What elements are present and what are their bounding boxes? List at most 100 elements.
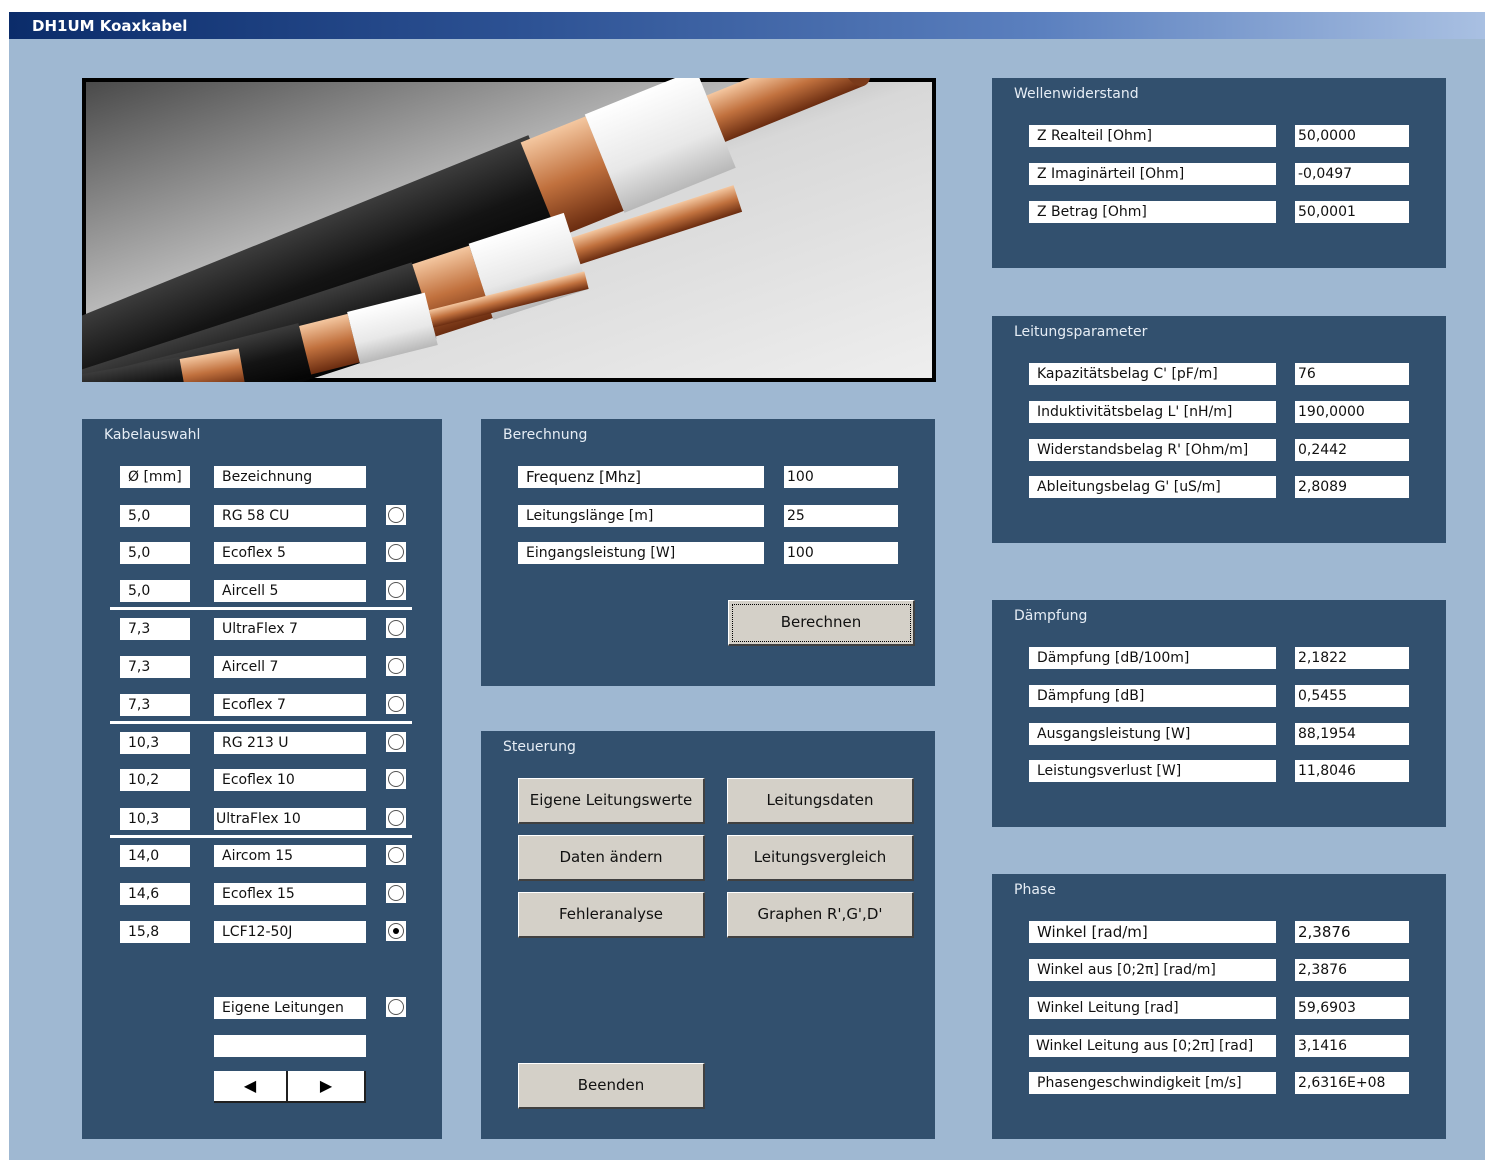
leitungsdaten-button[interactable]: Leitungsdaten — [727, 778, 914, 824]
kabelauswahl-title: Kabelauswahl — [104, 427, 201, 443]
berechnen-button[interactable]: Berechnen — [728, 600, 915, 646]
leitungsvergleich-label: Leitungsvergleich — [753, 848, 887, 866]
fehleranalyse-button[interactable]: Fehleranalyse — [518, 892, 705, 938]
own-cables-radio[interactable] — [386, 997, 406, 1017]
cable-diameter: 5,0 — [120, 542, 190, 564]
leitungsvergleich-button[interactable]: Leitungsvergleich — [727, 835, 914, 881]
group-separator — [110, 607, 412, 610]
cable-name: Ecoflex 10 — [214, 769, 366, 791]
cable-diameter: 10,3 — [120, 732, 190, 754]
leitungsparameter-title: Leitungsparameter — [1014, 324, 1148, 340]
frequency-label: Frequenz [Mhz] — [518, 466, 764, 488]
inductance-label: Induktivitätsbelag L' [nH/m] — [1029, 401, 1276, 423]
phase-panel: Phase Winkel [rad/m] 2,3876 Winkel aus [… — [992, 874, 1446, 1139]
name-header: Bezeichnung — [214, 466, 366, 488]
angle-label: Winkel [rad/m] — [1029, 921, 1276, 943]
wellenwiderstand-title: Wellenwiderstand — [1014, 86, 1139, 102]
cable-diameter: 7,3 — [120, 694, 190, 716]
cable-diameter: 5,0 — [120, 505, 190, 527]
cable-name: Ecoflex 5 — [214, 542, 366, 564]
cable-diameter: 15,8 — [120, 921, 190, 943]
daempfung-title: Dämpfung — [1014, 608, 1088, 624]
z-abs-label: Z Betrag [Ohm] — [1029, 201, 1276, 223]
cable-radio-rg213u[interactable] — [386, 732, 406, 752]
cable-diameter: 7,3 — [120, 656, 190, 678]
leitungsparameter-panel: Leitungsparameter Kapazitätsbelag C' [pF… — [992, 316, 1446, 543]
cable-diameter: 14,0 — [120, 845, 190, 867]
angle-mod-value: 2,3876 — [1295, 959, 1409, 981]
window-titlebar: DH1UM Koaxkabel — [9, 12, 1485, 39]
attenuation-label: Dämpfung [dB] — [1029, 685, 1276, 707]
cable-radio-ecoflex15[interactable] — [386, 883, 406, 903]
cable-radio-ecoflex7[interactable] — [386, 694, 406, 714]
wellenwiderstand-panel: Wellenwiderstand Z Realteil [Ohm] 50,000… — [992, 78, 1446, 268]
eigene-leitungswerte-label: Eigene Leitungswerte — [529, 791, 693, 809]
app-window: Kabelauswahl Ø [mm] Bezeichnung 5,0 RG 5… — [9, 39, 1485, 1160]
cable-diameter: 5,0 — [120, 580, 190, 602]
phase-velocity-value: 2,6316E+08 — [1295, 1072, 1409, 1094]
cable-diameter: 14,6 — [120, 883, 190, 905]
capacitance-value: 76 — [1295, 363, 1409, 385]
conductance-value: 2,8089 — [1295, 476, 1409, 498]
cable-radio-lcf12-50j[interactable] — [386, 921, 406, 941]
cable-name: UltraFlex 7 — [214, 618, 366, 640]
berechnung-title: Berechnung — [503, 427, 588, 443]
line-angle-value: 59,6903 — [1295, 997, 1409, 1019]
resistance-label: Widerstandsbelag R' [Ohm/m] — [1029, 439, 1276, 461]
power-loss-value: 11,8046 — [1295, 760, 1409, 782]
phase-velocity-label: Phasengeschwindigkeit [m/s] — [1029, 1072, 1276, 1094]
cable-name: RG 213 U — [214, 732, 366, 754]
input-power-input[interactable]: 100 — [784, 542, 898, 564]
cable-radio-ecoflex10[interactable] — [386, 769, 406, 789]
cable-radio-aircell5[interactable] — [386, 580, 406, 600]
cable-radio-aircell7[interactable] — [386, 656, 406, 676]
z-real-label: Z Realteil [Ohm] — [1029, 125, 1276, 147]
beenden-button[interactable]: Beenden — [518, 1063, 705, 1109]
cable-radio-ecoflex5[interactable] — [386, 542, 406, 562]
cable-radio-rg58cu[interactable] — [386, 505, 406, 525]
power-loss-label: Leistungsverlust [W] — [1029, 760, 1276, 782]
berechnung-panel: Berechnung Frequenz [Mhz] 100 Leitungslä… — [481, 419, 935, 686]
arrow-left-icon: ◀ — [243, 1076, 257, 1095]
spin-right-button[interactable]: ▶ — [288, 1071, 364, 1101]
length-input[interactable]: 25 — [784, 505, 898, 527]
output-power-value: 88,1954 — [1295, 723, 1409, 745]
attenuation-100m-value: 2,1822 — [1295, 647, 1409, 669]
z-imag-value: -0,0497 — [1295, 163, 1409, 185]
cable-name: Aircell 5 — [214, 580, 366, 602]
window-title: DH1UM Koaxkabel — [32, 17, 188, 35]
z-imag-label: Z Imaginärteil [Ohm] — [1029, 163, 1276, 185]
steuerung-title: Steuerung — [503, 739, 576, 755]
length-label: Leitungslänge [m] — [518, 505, 764, 527]
phase-title: Phase — [1014, 882, 1056, 898]
resistance-value: 0,2442 — [1295, 439, 1409, 461]
cable-diameter: 10,3 — [120, 808, 190, 830]
cable-name: RG 58 CU — [214, 505, 366, 527]
attenuation-value: 0,5455 — [1295, 685, 1409, 707]
cable-name: Ecoflex 15 — [214, 883, 366, 905]
leitungsdaten-label: Leitungsdaten — [766, 791, 874, 809]
cable-radio-aircom15[interactable] — [386, 845, 406, 865]
own-cables-field[interactable] — [214, 1035, 366, 1057]
frequency-input[interactable]: 100 — [784, 466, 898, 488]
fehleranalyse-label: Fehleranalyse — [558, 905, 664, 923]
arrow-right-icon: ▶ — [319, 1076, 333, 1095]
cable-radio-ultraflex10[interactable] — [386, 808, 406, 828]
line-angle-mod-label: Winkel Leitung aus [0;2π] [rad] — [1029, 1035, 1276, 1057]
own-cables-spinner: ◀ ▶ — [214, 1071, 366, 1103]
beenden-label: Beenden — [577, 1076, 645, 1094]
cable-radio-ultraflex7[interactable] — [386, 618, 406, 638]
daten-aendern-button[interactable]: Daten ändern — [518, 835, 705, 881]
angle-value: 2,3876 — [1295, 921, 1409, 943]
attenuation-100m-label: Dämpfung [dB/100m] — [1029, 647, 1276, 669]
cable-name: Aircom 15 — [214, 845, 366, 867]
group-separator — [110, 721, 412, 724]
daten-aendern-label: Daten ändern — [559, 848, 663, 866]
daempfung-panel: Dämpfung Dämpfung [dB/100m] 2,1822 Dämpf… — [992, 600, 1446, 827]
diameter-header: Ø [mm] — [120, 466, 190, 488]
own-cables-label: Eigene Leitungen — [214, 997, 366, 1019]
eigene-leitungswerte-button[interactable]: Eigene Leitungswerte — [518, 778, 705, 824]
graphen-button[interactable]: Graphen R',G',D' — [727, 892, 914, 938]
cable-name: LCF12-50J — [214, 921, 366, 943]
spin-left-button[interactable]: ◀ — [214, 1071, 288, 1101]
